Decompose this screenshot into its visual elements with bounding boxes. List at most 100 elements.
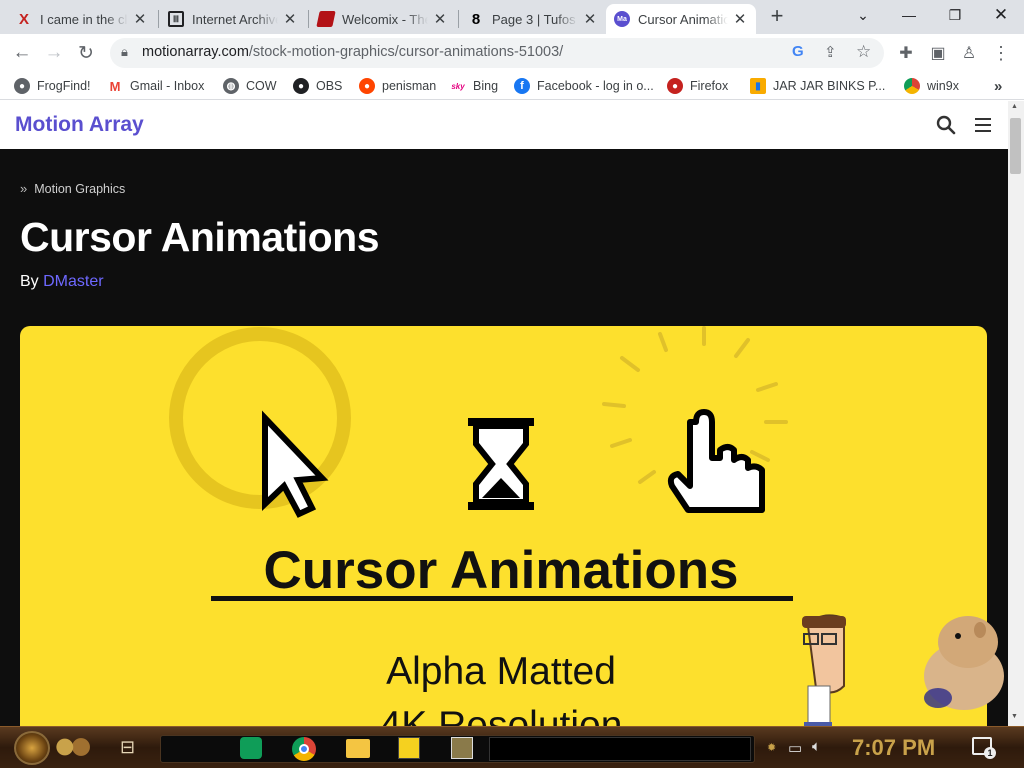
notification-badge: 1 <box>984 747 996 759</box>
bookmark-label: COW <box>246 79 277 93</box>
restore-button[interactable]: ❐ <box>932 0 978 30</box>
author-link[interactable]: DMaster <box>43 273 103 290</box>
file-explorer-icon[interactable] <box>346 739 370 758</box>
start-button[interactable] <box>14 731 50 765</box>
browser-tab-strip: X I came in the club ✕ Ⅲ Internet Archiv… <box>0 0 1024 34</box>
extensions-icon[interactable]: ✚ <box>895 42 917 64</box>
bookmark-label: win9x <box>927 79 959 93</box>
tab-title: Cursor Animations <box>638 11 728 27</box>
scroll-up-icon[interactable]: ▲ <box>1011 103 1018 110</box>
game-icon[interactable] <box>451 737 473 759</box>
github-icon: ● <box>293 78 309 94</box>
tab-5-active[interactable]: Ma Cursor Animations ✕ <box>606 4 756 34</box>
hand-cursor-icon <box>667 409 765 513</box>
scroll-down-icon[interactable]: ▼ <box>1011 713 1018 720</box>
google-lens-icon[interactable]: G <box>792 43 804 60</box>
bookmark-bing[interactable]: sky Bing <box>450 76 498 96</box>
hamster-sticker <box>924 616 1004 710</box>
more-menu-icon[interactable]: ⋮ <box>990 42 1012 64</box>
sticky-notes-icon[interactable] <box>398 737 420 759</box>
bookmark-label: Gmail - Inbox <box>130 79 205 93</box>
archive-icon: Ⅲ <box>168 11 184 27</box>
address-bar[interactable]: 🔒︎ motionarray.com/stock-motion-graphics… <box>110 38 884 68</box>
by-label: By <box>20 273 39 290</box>
tray-overflow-icon[interactable]: ✹ <box>767 741 776 754</box>
chrome-taskbar-icon[interactable] <box>292 737 316 761</box>
bookmark-firefox[interactable]: ● Firefox <box>667 76 728 96</box>
windows-taskbar: ⊟ ✹ ▭ 🔈︎ 7:07 PM 1 <box>0 726 1024 768</box>
notification-center-icon[interactable]: 1 <box>972 737 996 759</box>
bookmark-label: OBS <box>316 79 343 93</box>
reload-button[interactable]: ↻ <box>73 40 99 66</box>
tab-4[interactable]: 8 Page 3 | Tufos ✕ <box>460 4 606 34</box>
close-tab-icon[interactable]: ✕ <box>432 10 448 28</box>
scrollbar-thumb[interactable] <box>1010 118 1021 174</box>
bookmark-gmail[interactable]: M Gmail - Inbox <box>107 76 205 96</box>
bookmark-jarjar[interactable]: ▮ JAR JAR BINKS P... <box>750 76 885 96</box>
profile-avatar[interactable]: ♙ <box>958 42 980 64</box>
sky-icon: sky <box>451 81 465 91</box>
new-tab-button[interactable]: + <box>766 5 788 28</box>
page-scrollbar[interactable]: ▲ ▼ <box>1008 101 1024 726</box>
back-button[interactable]: ← <box>9 40 35 66</box>
volume-muted-icon[interactable]: 🔈︎ <box>812 738 821 755</box>
double-chevron-icon: » <box>20 181 28 196</box>
book-icon <box>316 11 336 27</box>
motion-array-icon: Ma <box>614 11 630 27</box>
bookmark-label: Firefox <box>690 79 729 93</box>
search-icon[interactable] <box>936 115 956 140</box>
url-text[interactable]: motionarray.com/stock-motion-graphics/cu… <box>142 44 563 60</box>
breadcrumb-link[interactable]: Motion Graphics <box>34 182 125 196</box>
tab-search-icon[interactable]: ⌄ <box>840 0 886 30</box>
minimize-button[interactable]: — <box>886 0 932 30</box>
tab-title: Internet Archive <box>192 11 278 27</box>
site-logo[interactable]: Motion Array <box>15 113 144 137</box>
bookmark-cow[interactable]: ◍ COW <box>223 76 277 96</box>
lock-icon[interactable]: 🔒︎ <box>121 44 128 60</box>
network-icon[interactable]: ▭ <box>788 739 802 757</box>
page-title: Cursor Animations <box>20 214 380 260</box>
tab-3[interactable]: Welcomix - The ✕ <box>310 4 456 34</box>
breadcrumb[interactable]: » Motion Graphics <box>20 181 125 196</box>
tab-2[interactable]: Ⅲ Internet Archive ✕ <box>160 4 306 34</box>
preview-artwork: Cursor Animations Alpha Matted 4K Resolu… <box>169 326 846 726</box>
bookmark-obs[interactable]: ● OBS <box>293 76 342 96</box>
browser-toolbar: ← → ↻ 🔒︎ motionarray.com/stock-motion-gr… <box>0 34 1024 72</box>
bookmark-label: JAR JAR BINKS P... <box>773 79 886 93</box>
gears-icon <box>54 737 90 757</box>
preview-line2: 4K Resolution <box>380 704 623 726</box>
side-panel-icon[interactable]: ▣ <box>927 42 949 64</box>
close-tab-icon[interactable]: ✕ <box>732 10 748 28</box>
preview-headline: Cursor Animations <box>263 541 738 600</box>
bookmark-win9x[interactable]: win9x <box>904 76 959 96</box>
close-tab-icon[interactable]: ✕ <box>132 10 148 28</box>
preview-image[interactable]: Cursor Animations Alpha Matted 4K Resolu… <box>20 326 987 726</box>
bookmark-penisman[interactable]: ● penisman <box>359 76 436 96</box>
bag-icon: ▮ <box>750 78 766 94</box>
tab-title: I came in the club <box>40 11 128 27</box>
task-view-icon[interactable]: ⊟ <box>120 737 135 758</box>
close-window-button[interactable]: ✕ <box>978 0 1024 30</box>
tab-title: Welcomix - The <box>342 11 428 27</box>
more-bookmarks-icon[interactable]: » <box>994 76 1002 96</box>
share-icon[interactable]: ⇪ <box>824 43 837 61</box>
bookmark-facebook[interactable]: f Facebook - log in o... <box>514 76 654 96</box>
x-icon: X <box>18 10 29 28</box>
close-tab-icon[interactable]: ✕ <box>582 10 598 28</box>
firefox-icon: ● <box>667 78 683 94</box>
bookmark-star-icon[interactable]: ☆ <box>856 42 871 62</box>
forward-button[interactable]: → <box>41 40 67 66</box>
bookmark-frogfind[interactable]: ● FrogFind! <box>14 76 91 96</box>
taskbar-window-slot[interactable] <box>489 737 751 761</box>
eight-icon: 8 <box>471 10 481 28</box>
tab-title: Page 3 | Tufos <box>492 11 576 27</box>
hamburger-menu-icon[interactable] <box>975 117 993 138</box>
hourglass-icon <box>468 418 534 510</box>
facebook-icon: f <box>514 78 530 94</box>
taskbar-clock[interactable]: 7:07 PM <box>852 735 935 761</box>
bookmark-label: penisman <box>382 79 437 93</box>
sheets-icon[interactable] <box>240 737 262 759</box>
tab-1[interactable]: X I came in the club ✕ <box>8 4 156 34</box>
close-tab-icon[interactable]: ✕ <box>282 10 298 28</box>
gmail-icon: M <box>109 78 121 94</box>
